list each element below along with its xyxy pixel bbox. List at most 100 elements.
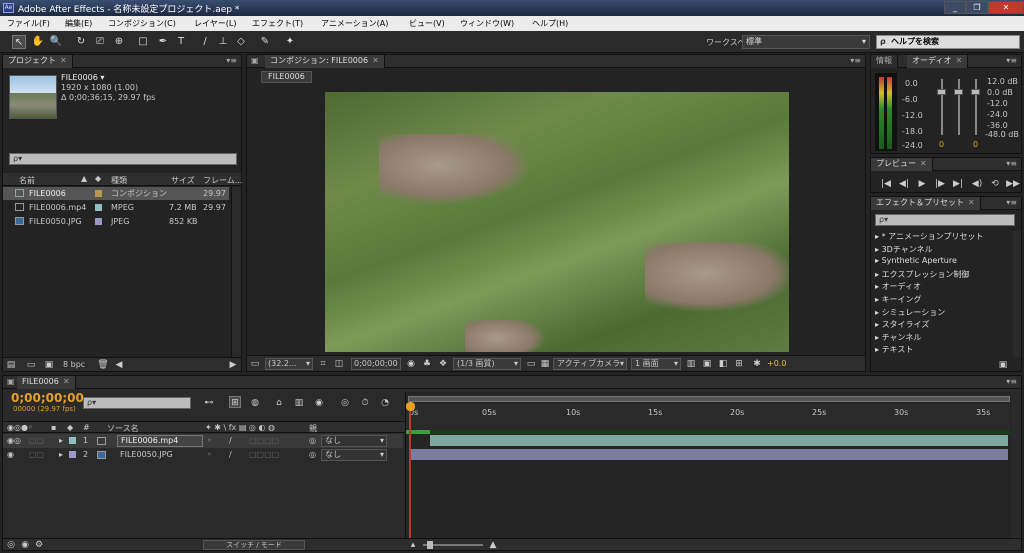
fast-previews-icon[interactable]: ▣ bbox=[701, 358, 713, 370]
close-icon[interactable]: ✕ bbox=[968, 198, 975, 207]
timeline-search-input[interactable]: ρ▾ bbox=[83, 397, 191, 409]
project-scrollbar[interactable] bbox=[231, 187, 241, 357]
effect-category[interactable]: ▸ テキスト bbox=[875, 344, 913, 355]
effect-category[interactable]: ▸ スタイライズ bbox=[875, 319, 929, 330]
layer-bar[interactable] bbox=[410, 449, 1008, 460]
mask-visibility-icon[interactable]: ◫ bbox=[333, 358, 345, 370]
close-icon[interactable]: ✕ bbox=[988, 1, 1024, 14]
play-icon[interactable]: ▶ bbox=[913, 178, 931, 190]
quality-switch-icon[interactable]: / bbox=[229, 448, 232, 462]
parent-select[interactable]: なし ▾ bbox=[321, 449, 387, 461]
panel-menu-icon[interactable]: ▾≡ bbox=[226, 56, 237, 65]
resolution-select[interactable]: (1/3 画質) ▾ bbox=[453, 358, 521, 370]
last-frame-icon[interactable]: ▶| bbox=[949, 178, 967, 190]
ram-preview-icon[interactable]: ▶▶ bbox=[1005, 178, 1021, 190]
effect-category[interactable]: ▸ * アニメーションプリセット bbox=[875, 231, 984, 242]
panel-menu-icon[interactable]: ▾≡ bbox=[1006, 377, 1017, 386]
project-row[interactable]: FILE0050.JPG JPEG 852 KB bbox=[3, 215, 229, 228]
clone-stamp-tool-icon[interactable]: ⊥ bbox=[216, 35, 230, 49]
lock-column-icon[interactable]: ▪ bbox=[51, 423, 56, 432]
zoom-slider-thumb[interactable] bbox=[427, 541, 433, 549]
menu-window[interactable]: ウィンドウ(W) bbox=[460, 18, 514, 29]
effect-category[interactable]: ▸ Synthetic Aperture bbox=[875, 256, 957, 265]
panel-menu-icon[interactable]: ▾≡ bbox=[850, 56, 861, 65]
level-right-value[interactable]: 0 bbox=[973, 140, 978, 149]
always-preview-icon[interactable]: ▭ bbox=[249, 358, 261, 370]
layer-name[interactable]: FILE0050.JPG bbox=[120, 448, 173, 462]
view-layout-select[interactable]: 1 画面 ▾ bbox=[631, 358, 681, 370]
audio-fader-left[interactable] bbox=[937, 89, 946, 95]
tab-preview[interactable]: プレビュー ✕ bbox=[871, 158, 933, 171]
interpret-footage-icon[interactable]: ▤ bbox=[5, 359, 17, 371]
composition-viewer[interactable] bbox=[325, 92, 789, 352]
close-icon[interactable]: ✕ bbox=[955, 56, 962, 65]
menu-file[interactable]: ファイル(F) bbox=[7, 18, 50, 29]
layer-switches[interactable]: ▢▢▢▢ bbox=[249, 434, 279, 448]
menu-help[interactable]: ヘルプ(H) bbox=[532, 18, 568, 29]
layer-switches-toggle-icon[interactable]: ◎ bbox=[5, 539, 17, 551]
trash-icon[interactable]: 🗑 bbox=[97, 359, 109, 371]
timeline-current-time[interactable]: 0;00;00;00 bbox=[11, 391, 84, 405]
work-area-bar[interactable] bbox=[408, 396, 1010, 402]
parent-header[interactable]: 親 bbox=[309, 423, 317, 434]
zoom-out-icon[interactable]: ▴ bbox=[407, 539, 419, 551]
motion-blur-icon[interactable]: ◉ bbox=[313, 397, 325, 409]
snapshot-icon[interactable]: ◉ bbox=[405, 358, 417, 370]
workspace-select[interactable]: 標準 ▾ bbox=[742, 35, 870, 49]
tab-composition[interactable]: コンポジション: FILE0006 ✕ bbox=[265, 55, 385, 68]
scroll-right-icon[interactable]: ▶ bbox=[227, 359, 239, 371]
current-time-display[interactable]: 0;00;00;00 bbox=[351, 358, 401, 370]
brainstorm-icon[interactable]: ◎ bbox=[339, 397, 351, 409]
hide-shy-layers-icon[interactable]: ⌂ bbox=[273, 397, 285, 409]
hand-tool-icon[interactable]: ✋ bbox=[31, 35, 45, 49]
prev-frame-icon[interactable]: ◀| bbox=[895, 178, 913, 190]
minimize-icon[interactable]: _ bbox=[944, 1, 966, 14]
tab-timeline[interactable]: FILE0006 ✕ bbox=[17, 376, 76, 389]
frame-blending-icon[interactable]: ▥ bbox=[293, 397, 305, 409]
flowchart-icon[interactable]: ⊞ bbox=[733, 358, 745, 370]
effect-category[interactable]: ▸ シミュレーション bbox=[875, 307, 945, 318]
next-frame-icon[interactable]: |▶ bbox=[931, 178, 949, 190]
new-preset-icon[interactable]: ▣ bbox=[997, 359, 1009, 371]
tab-info[interactable]: 情報 bbox=[871, 55, 898, 68]
selection-tool-icon[interactable]: ↖ bbox=[12, 35, 26, 49]
layer-bar[interactable] bbox=[430, 435, 1008, 446]
project-search-input[interactable]: ρ▾ bbox=[9, 153, 237, 165]
column-name[interactable]: 名前 bbox=[19, 175, 35, 186]
av-features-icon[interactable]: ◉◎●◦ bbox=[7, 423, 33, 432]
type-tool-icon[interactable]: T bbox=[174, 35, 188, 49]
menu-composition[interactable]: コンポジション(C) bbox=[108, 18, 176, 29]
expand-arrow-icon[interactable]: ▸ bbox=[59, 448, 63, 462]
camera-tool-icon[interactable]: ⎚ bbox=[93, 35, 107, 49]
effects-search-input[interactable]: ρ▾ bbox=[875, 214, 1015, 226]
parent-select[interactable]: なし ▾ bbox=[321, 435, 387, 447]
menu-view[interactable]: ビュー(V) bbox=[409, 18, 445, 29]
grid-icon[interactable]: ⌗ bbox=[317, 358, 329, 370]
effects-scrollbar[interactable] bbox=[1013, 231, 1021, 357]
channel-icon[interactable]: ❖ bbox=[437, 358, 449, 370]
lock-icon[interactable]: ▣ bbox=[251, 56, 259, 65]
in-out-toggle-icon[interactable]: ⚙ bbox=[33, 539, 45, 551]
shy-switch-icon[interactable]: ◦ bbox=[207, 434, 212, 448]
layer-label-swatch[interactable] bbox=[69, 451, 76, 458]
roto-brush-tool-icon[interactable]: ✎ bbox=[258, 35, 272, 49]
camera-select[interactable]: アクティブカメラ ▾ bbox=[553, 358, 627, 370]
pan-behind-tool-icon[interactable]: ⊕ bbox=[112, 35, 126, 49]
puppet-pin-tool-icon[interactable]: ✦ bbox=[283, 35, 297, 49]
timeline-icon[interactable]: ◧ bbox=[717, 358, 729, 370]
menu-layer[interactable]: レイヤー(L) bbox=[194, 18, 236, 29]
new-composition-icon[interactable]: ▣ bbox=[43, 359, 55, 371]
level-left-value[interactable]: 0 bbox=[939, 140, 944, 149]
menu-effect[interactable]: エフェクト(T) bbox=[252, 18, 303, 29]
composition-subtab[interactable]: FILE0006 bbox=[261, 71, 312, 83]
effect-category[interactable]: ▸ エクスプレッション制御 bbox=[875, 269, 969, 280]
video-toggle-icon[interactable]: ◉ bbox=[7, 448, 14, 462]
tab-project[interactable]: プロジェクト ✕ bbox=[3, 55, 73, 68]
selected-item-name[interactable]: FILE0006 ▾ bbox=[61, 73, 104, 82]
eraser-tool-icon[interactable]: ◇ bbox=[234, 35, 248, 49]
close-icon[interactable]: ✕ bbox=[920, 159, 927, 168]
layer-label-swatch[interactable] bbox=[69, 437, 76, 444]
timeline-layer-row[interactable]: ◉◎ ▢▢ ▸ 1 FILE0006.mp4 ◦ / ▢▢▢▢ ◎ なし ▾ bbox=[3, 434, 403, 448]
layer-name[interactable]: FILE0006.mp4 bbox=[117, 435, 203, 447]
timeline-layer-row[interactable]: ◉ ▢▢ ▸ 2 FILE0050.JPG ◦ / ▢▢▢▢ ◎ なし ▾ bbox=[3, 448, 403, 462]
